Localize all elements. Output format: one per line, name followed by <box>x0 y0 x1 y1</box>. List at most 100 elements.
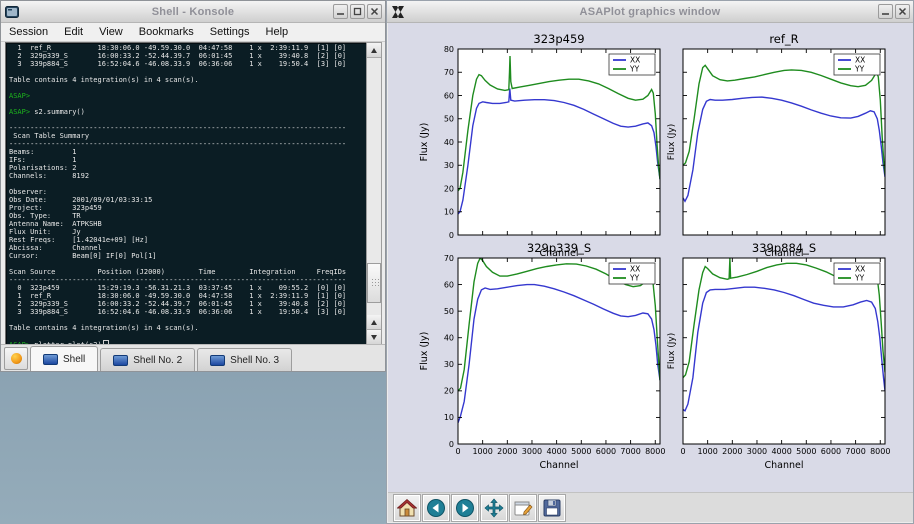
plot-text: YY <box>854 65 865 74</box>
plot-text: 7000 <box>620 447 640 456</box>
terminal-line: Channels: 8192 <box>9 172 366 180</box>
pan-button[interactable] <box>481 495 507 521</box>
plot-text: 70 <box>444 254 454 263</box>
home-icon <box>397 498 417 518</box>
grip-icon <box>371 278 379 288</box>
desktop: Shell - Konsole Session Edit View Bookma… <box>0 0 914 524</box>
plot-text: YY <box>629 65 640 74</box>
plot-text: 5000 <box>571 447 591 456</box>
terminal-line: ----------------------------------------… <box>9 140 366 148</box>
plot-text: XX <box>855 56 865 65</box>
terminal-line: Flux Unit: Jy <box>9 228 366 236</box>
menu-settings[interactable]: Settings <box>202 26 258 38</box>
legend: XXYY <box>834 54 880 75</box>
plot-title-329p339_S: 329p339_S <box>527 241 591 255</box>
menu-view[interactable]: View <box>91 26 131 38</box>
subplot-329p339_S: 0100020003000400050006000700080000102030… <box>419 254 665 471</box>
plot-text: 3000 <box>522 447 542 456</box>
pan-icon <box>484 498 504 518</box>
plot-text: 50 <box>444 307 454 316</box>
terminal-line: 3 339p884_S 16:52:04.6 -46.08.33.9 06:36… <box>9 308 366 316</box>
terminal-line: 3 339p884_S 16:52:04.6 -46.08.33.9 06:36… <box>9 60 366 68</box>
plot-text: 50 <box>444 115 454 124</box>
tab-shell-3[interactable]: Shell No. 3 <box>197 348 292 371</box>
terminal-line: 1 ref_R 18:30:06.0 -49.59.30.0 04:47:58 … <box>9 292 366 300</box>
terminal-line: 2 329p339_S 16:00:33.2 -52.44.39.7 06:01… <box>9 52 366 60</box>
terminal-scrollbar[interactable] <box>366 42 382 346</box>
back-icon <box>426 498 446 518</box>
back-button[interactable] <box>423 495 449 521</box>
menu-edit[interactable]: Edit <box>56 26 91 38</box>
terminal-line <box>9 316 366 324</box>
tab-shell[interactable]: Shell <box>30 346 98 371</box>
close-button[interactable] <box>367 4 382 19</box>
plot-text: 5000 <box>796 447 816 456</box>
asaplot-window: ASAPlot graphics window 0102030405060708… <box>386 0 914 524</box>
close-button[interactable] <box>895 4 910 19</box>
legend: XXYY <box>609 263 655 284</box>
save-icon <box>542 498 562 518</box>
scroll-up-button[interactable] <box>367 43 381 58</box>
plot-text: 3000 <box>747 447 767 456</box>
forward-icon <box>455 498 475 518</box>
maximize-button[interactable] <box>350 4 365 19</box>
plot-toolbar <box>388 492 913 522</box>
plot-text: 1000 <box>472 447 492 456</box>
minimize-button[interactable] <box>878 4 893 19</box>
plot-text: YY <box>629 274 640 283</box>
plot-text: Flux (Jy) <box>667 124 677 161</box>
plot-text: Flux (Jy) <box>419 123 430 162</box>
konsole-menubar: Session Edit View Bookmarks Settings Hel… <box>1 23 385 42</box>
terminal-line: Scan Table Summary <box>9 132 366 140</box>
terminal-line: ----------------------------------------… <box>9 276 366 284</box>
terminal-line: Rest Freqs: [1.42041e+09] [Hz] <box>9 236 366 244</box>
home-button[interactable] <box>394 495 420 521</box>
terminal-line: 1 ref_R 18:30:06.0 -49.59.30.0 04:47:58 … <box>9 44 366 52</box>
tab-label: Shell <box>63 354 85 365</box>
new-session-button[interactable] <box>4 347 28 370</box>
plot-text: 4000 <box>771 447 791 456</box>
terminal-line: Scan Source Position (J2000) Time Integr… <box>9 268 366 276</box>
terminal-line: ASAP> s2.summary() <box>9 108 366 116</box>
plot-text: 10 <box>444 413 454 422</box>
scroll-down-button[interactable] <box>367 330 381 344</box>
plot-text: 2000 <box>497 447 517 456</box>
asaplot-window-title: ASAPlot graphics window <box>387 6 913 18</box>
plot-text: 60 <box>444 280 454 289</box>
menu-bookmarks[interactable]: Bookmarks <box>131 26 202 38</box>
terminal-icon <box>113 355 128 366</box>
plot-text: 2000 <box>722 447 742 456</box>
terminal-line: Obs Date: 2001/09/01/03:33:15 <box>9 196 366 204</box>
subplot-323p459: 01020304050607080ChannelFlux (Jy)XXYY <box>419 45 660 259</box>
plot-text: 6000 <box>596 447 616 456</box>
terminal-icon <box>43 354 58 365</box>
subplot-ref_R: ChannelFlux (Jy)XXYY <box>667 49 885 259</box>
terminal-line: 2 329p339_S 16:00:33.2 -52.44.39.7 06:01… <box>9 300 366 308</box>
plot-text: 7000 <box>845 447 865 456</box>
figure-canvas[interactable]: 01020304050607080ChannelFlux (Jy)XXYYCha… <box>388 23 913 492</box>
tab-label: Shell No. 3 <box>230 355 279 366</box>
terminal-line <box>9 180 366 188</box>
konsole-titlebar[interactable]: Shell - Konsole <box>1 1 385 23</box>
forward-button[interactable] <box>452 495 478 521</box>
subplots-button[interactable] <box>510 495 536 521</box>
scrollbar-thumb[interactable] <box>367 263 381 303</box>
terminal[interactable]: 1 ref_R 18:30:06.0 -49.59.30.0 04:47:58 … <box>5 42 367 346</box>
terminal-line: Antenna Name: ATPKSHB <box>9 220 366 228</box>
tab-shell-2[interactable]: Shell No. 2 <box>100 348 195 371</box>
konsole-window-title: Shell - Konsole <box>1 6 385 18</box>
plot-text: 0 <box>680 447 685 456</box>
terminal-line: 0 323p459 15:29:19.3 -56.31.21.3 03:37:4… <box>9 284 366 292</box>
tab-label: Shell No. 2 <box>133 355 182 366</box>
terminal-line: Obs. Type: TR <box>9 212 366 220</box>
plot-text: XX <box>855 265 865 274</box>
asaplot-titlebar[interactable]: ASAPlot graphics window <box>387 1 913 23</box>
menu-session[interactable]: Session <box>1 26 56 38</box>
plot-text: 0 <box>449 231 454 240</box>
plot-title-ref_R: ref_R <box>769 32 798 46</box>
minimize-button[interactable] <box>333 4 348 19</box>
menu-help[interactable]: Help <box>258 26 297 38</box>
terminal-line <box>9 332 366 340</box>
scroll-up-button-2[interactable] <box>367 315 381 330</box>
save-button[interactable] <box>539 495 565 521</box>
